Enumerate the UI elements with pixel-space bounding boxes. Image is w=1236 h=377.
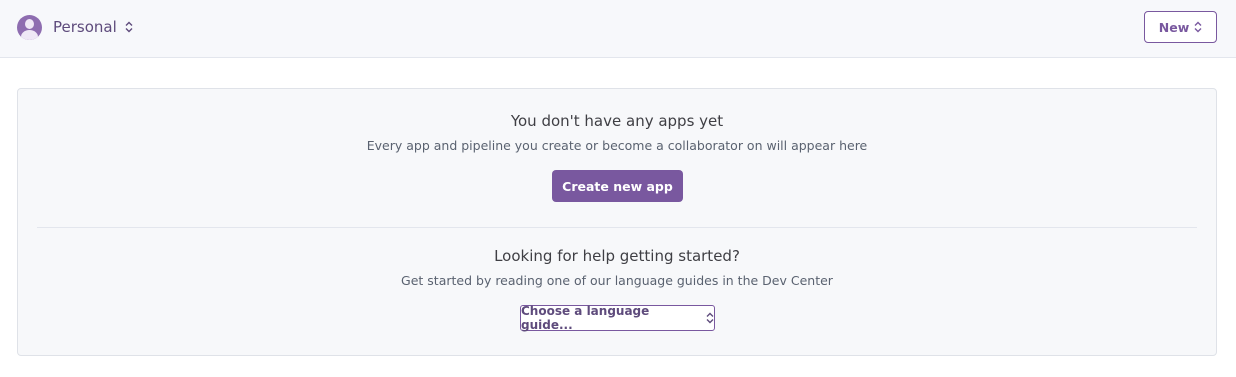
new-button-label: New xyxy=(1158,19,1190,35)
divider xyxy=(37,227,1197,228)
language-guide-select[interactable]: Choose a language guide... xyxy=(520,304,715,332)
help-title: Looking for help getting started? xyxy=(494,247,740,265)
empty-state-subtitle: Every app and pipeline you create or bec… xyxy=(366,138,868,153)
chevron-up-down-icon xyxy=(706,312,714,324)
user-avatar-icon xyxy=(17,14,42,40)
new-button[interactable]: New xyxy=(1144,11,1217,43)
top-bar: Personal New xyxy=(0,0,1236,58)
empty-state-title: You don't have any apps yet xyxy=(510,112,724,130)
create-new-app-button[interactable]: Create new app xyxy=(552,170,683,202)
language-guide-select-value: Choose a language guide... xyxy=(521,304,650,332)
help-subtitle: Get started by reading one of our langua… xyxy=(401,273,833,288)
chevron-up-down-icon xyxy=(125,21,133,33)
account-name: Personal xyxy=(53,18,117,36)
empty-apps-panel: You don't have any apps yet Every app an… xyxy=(17,88,1217,356)
account-switcher[interactable]: Personal xyxy=(17,14,133,40)
chevron-up-down-icon xyxy=(1194,21,1202,33)
